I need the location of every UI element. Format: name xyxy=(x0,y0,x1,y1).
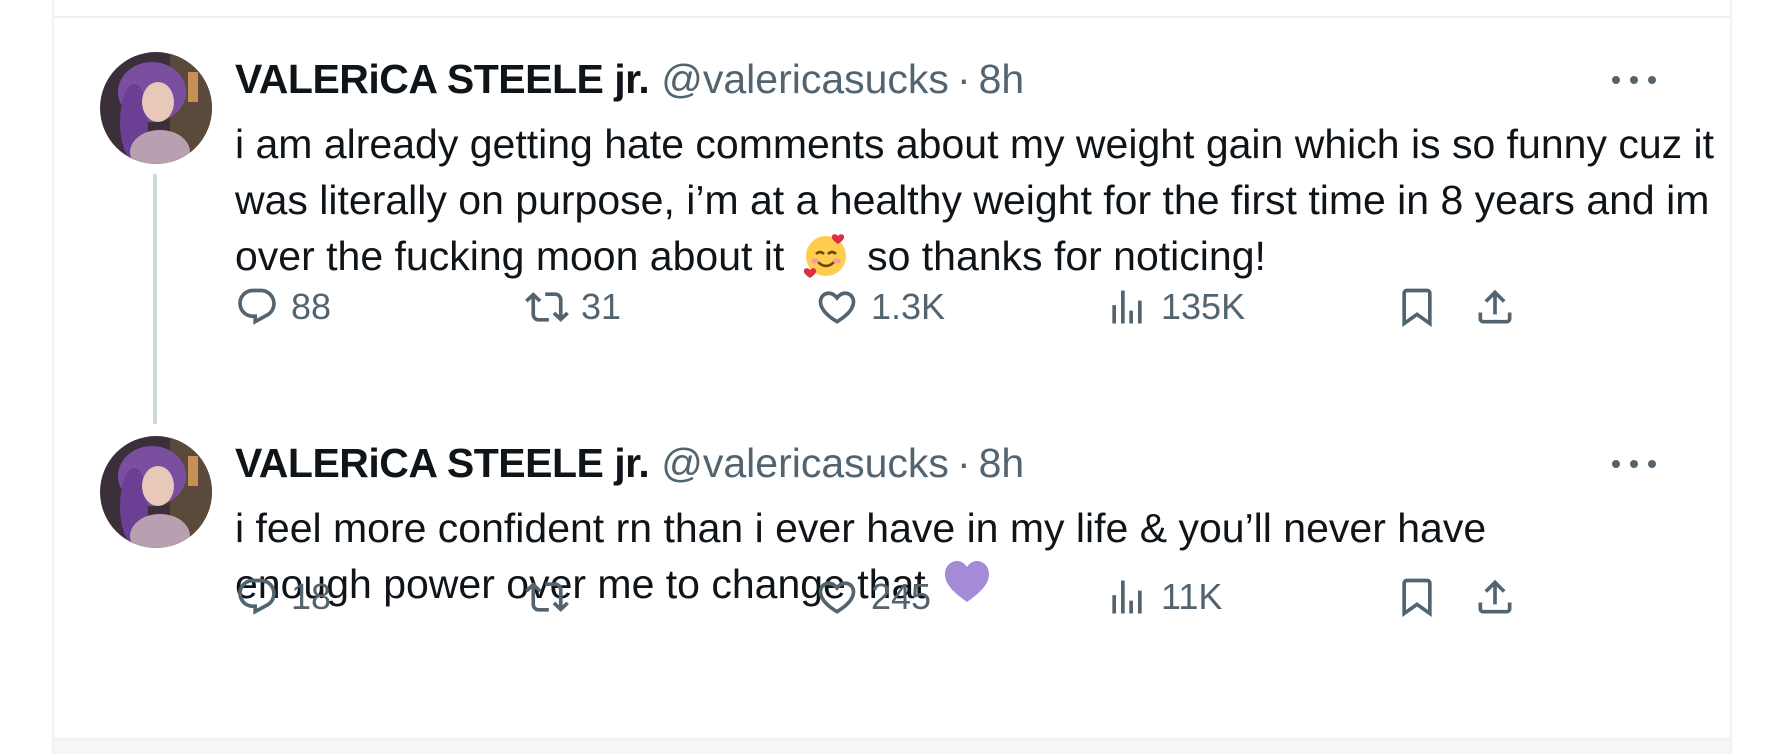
avatar[interactable] xyxy=(100,52,212,164)
like-button[interactable]: 245 xyxy=(815,572,931,622)
views-button[interactable]: 135K xyxy=(1105,282,1245,332)
bookmark-icon xyxy=(1402,578,1432,618)
bookmark-icon xyxy=(1402,288,1432,328)
views-icon xyxy=(1112,290,1142,324)
views-count: 11K xyxy=(1161,576,1223,617)
reply-icon xyxy=(238,578,276,615)
timeline-frame: VALERiCA STEELE jr. @valericasucks · 8h … xyxy=(52,0,1732,754)
display-name[interactable]: VALERiCA STEELE jr. xyxy=(235,440,650,487)
retweet-icon xyxy=(525,292,569,322)
timestamp[interactable]: 8h xyxy=(979,56,1025,103)
bottom-divider xyxy=(54,738,1730,754)
action-bar: 18 245 11K xyxy=(235,572,1730,622)
reply-count: 18 xyxy=(291,576,332,617)
share-icon xyxy=(1478,579,1512,614)
views-icon xyxy=(1112,580,1142,614)
share-button[interactable] xyxy=(1473,572,1517,622)
tweet-text-part: so thanks for noticing! xyxy=(855,233,1266,279)
retweet-count: 31 xyxy=(581,286,622,327)
retweet-button[interactable] xyxy=(525,572,581,622)
display-name[interactable]: VALERiCA STEELE jr. xyxy=(235,56,650,103)
user-handle[interactable]: @valericasucks xyxy=(661,56,949,103)
tweet-header: VALERiCA STEELE jr. @valericasucks · 8h xyxy=(235,440,1024,492)
separator: · xyxy=(956,56,971,102)
bookmark-button[interactable] xyxy=(1395,282,1439,332)
bookmark-button[interactable] xyxy=(1395,572,1439,622)
like-icon xyxy=(818,291,856,324)
like-count: 1.3K xyxy=(871,286,946,327)
tweet-header: VALERiCA STEELE jr. @valericasucks · 8h xyxy=(235,56,1024,108)
reply-button[interactable]: 88 xyxy=(235,282,331,332)
more-icon[interactable] xyxy=(1612,70,1656,90)
tweet-text: i am already getting hate comments about… xyxy=(235,116,1755,284)
timestamp[interactable]: 8h xyxy=(979,440,1025,487)
like-button[interactable]: 1.3K xyxy=(815,282,945,332)
reply-count: 88 xyxy=(291,286,332,327)
like-icon xyxy=(818,581,856,614)
share-icon xyxy=(1478,289,1512,324)
retweet-button[interactable]: 31 xyxy=(525,282,621,332)
share-button[interactable] xyxy=(1473,282,1517,332)
smiling-face-with-hearts-icon xyxy=(802,230,850,278)
separator: · xyxy=(956,440,971,486)
like-count: 245 xyxy=(871,576,932,617)
reply-icon xyxy=(238,288,276,325)
avatar[interactable] xyxy=(100,436,212,548)
more-icon[interactable] xyxy=(1612,454,1656,474)
user-handle[interactable]: @valericasucks xyxy=(661,440,949,487)
reply-button[interactable]: 18 xyxy=(235,572,331,622)
views-count: 135K xyxy=(1161,286,1246,327)
views-button[interactable]: 11K xyxy=(1105,572,1222,622)
action-bar: 88 31 1.3K 135K xyxy=(235,282,1730,332)
tweet-2[interactable]: VALERiCA STEELE jr. @valericasucks · 8h … xyxy=(54,370,1730,738)
tweet-1[interactable]: VALERiCA STEELE jr. @valericasucks · 8h … xyxy=(54,0,1730,424)
retweet-icon xyxy=(525,582,569,612)
